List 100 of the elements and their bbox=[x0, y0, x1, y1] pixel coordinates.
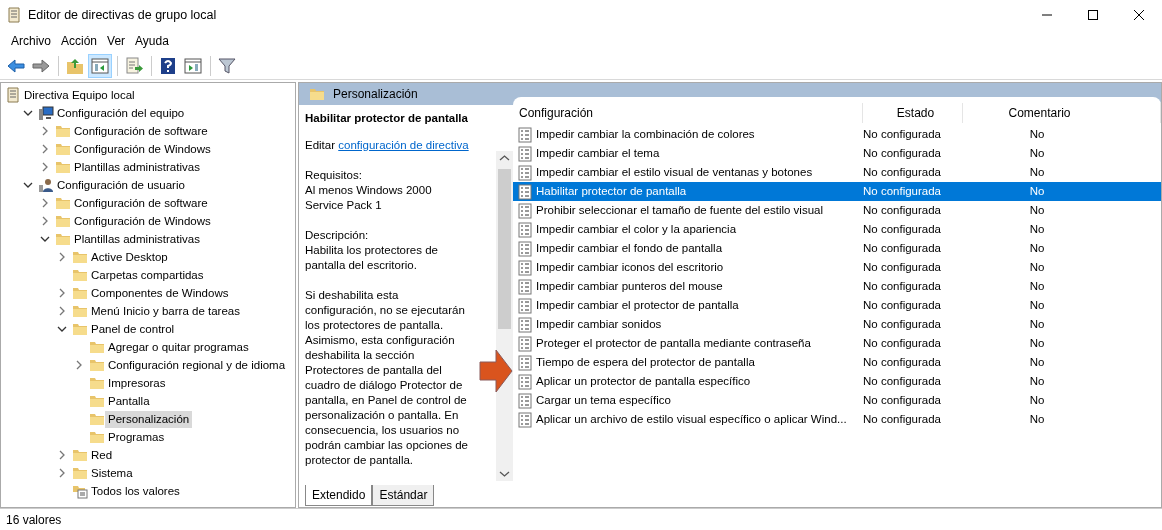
setting-name: Prohibir seleccionar el tamaño de fuente del estilo visual bbox=[536, 202, 824, 218]
list-row[interactable]: Impedir cambiar iconos del escritorio No configurada No bbox=[513, 258, 1161, 277]
list-row[interactable]: Impedir cambiar la combinación de colores No configurada No bbox=[513, 125, 1161, 144]
tree-item[interactable]: Configuración de software bbox=[71, 122, 211, 140]
chevron-right-icon[interactable] bbox=[40, 216, 50, 226]
chevron-down-icon[interactable] bbox=[23, 180, 33, 190]
console-tree-icon bbox=[90, 55, 110, 76]
menu-item[interactable]: Archivo bbox=[6, 30, 56, 52]
tree-item[interactable]: Agregar o quitar programas bbox=[105, 338, 252, 356]
setting-name: Impedir cambiar punteros del mouse bbox=[536, 278, 723, 294]
column-header[interactable]: Estado bbox=[863, 103, 963, 123]
tree-item[interactable]: Plantillas administrativas bbox=[71, 158, 203, 176]
description-summary: Habilita los protectores de pantalla del escritorio. bbox=[305, 243, 439, 273]
chevron-right-icon[interactable] bbox=[57, 468, 67, 478]
folder-icon bbox=[72, 249, 88, 265]
chevron-right-icon[interactable] bbox=[40, 126, 50, 136]
tree-item[interactable]: Sistema bbox=[88, 464, 136, 482]
setting-icon bbox=[517, 335, 533, 352]
chevron-down-icon[interactable] bbox=[40, 234, 50, 244]
tree-item[interactable]: Active Desktop bbox=[88, 248, 171, 266]
list-row[interactable]: Aplicar un archivo de estilo visual específico o aplicar Wind... No configurada No bbox=[513, 410, 1161, 429]
list-row[interactable]: Impedir cambiar el color y la apariencia No configurada No bbox=[513, 220, 1161, 239]
setting-icon bbox=[517, 392, 533, 409]
folder-icon bbox=[89, 339, 105, 355]
list-row[interactable]: Cargar un tema específico No configurada No bbox=[513, 391, 1161, 410]
chevron-right-icon[interactable] bbox=[57, 288, 67, 298]
close-icon bbox=[1134, 10, 1144, 20]
chevron-right-icon[interactable] bbox=[40, 162, 50, 172]
setting-name: Aplicar un protector de pantalla específico bbox=[536, 373, 751, 389]
tree-item[interactable]: Todos los valores bbox=[88, 482, 183, 500]
chevron-right-icon[interactable] bbox=[40, 144, 50, 154]
maximize-icon bbox=[1088, 10, 1098, 20]
tree-item[interactable]: Red bbox=[88, 446, 116, 464]
list-row[interactable]: Aplicar un protector de pantalla específico No configurada No bbox=[513, 372, 1161, 391]
list-row[interactable]: Impedir cambiar sonidos No configurada No bbox=[513, 315, 1161, 334]
list-row[interactable]: Habilitar protector de pantalla No configurada No bbox=[513, 182, 1161, 201]
column-header[interactable]: Comentario bbox=[963, 103, 1161, 123]
folder-icon bbox=[89, 375, 105, 391]
setting-name: Impedir cambiar el estilo visual de ventanas y botones bbox=[536, 164, 813, 180]
list-row[interactable]: Impedir cambiar el protector de pantalla No configurada No bbox=[513, 296, 1161, 315]
setting-icon bbox=[517, 354, 533, 371]
list-row[interactable]: Impedir cambiar el estilo visual de ventanas y botones No configurada No bbox=[513, 163, 1161, 182]
folder-icon bbox=[89, 393, 105, 409]
list-row[interactable]: Impedir cambiar el tema No configurada No bbox=[513, 144, 1161, 163]
view-tab[interactable]: Extendido bbox=[305, 485, 373, 506]
setting-icon bbox=[517, 373, 533, 390]
list-row[interactable]: Tiempo de espera del protector de pantalla No configurada No bbox=[513, 353, 1161, 372]
list-row[interactable]: Proteger el protector de pantalla mediante contraseña No configurada No bbox=[513, 334, 1161, 353]
setting-icon bbox=[517, 240, 533, 257]
tree-item[interactable]: Impresoras bbox=[105, 374, 169, 392]
tree-item[interactable]: Componentes de Windows bbox=[88, 284, 232, 302]
tree-item[interactable]: Configuración de Windows bbox=[71, 212, 214, 230]
chevron-right-icon[interactable] bbox=[57, 252, 67, 262]
pane-title: Personalización bbox=[333, 86, 418, 103]
tree-item[interactable]: Carpetas compartidas bbox=[88, 266, 207, 284]
setting-name: Impedir cambiar el color y la apariencia bbox=[536, 221, 737, 237]
folder-icon bbox=[55, 231, 71, 247]
setting-name: Impedir cambiar el tema bbox=[536, 145, 660, 161]
chevron-right-icon[interactable] bbox=[57, 306, 67, 316]
tree-item[interactable]: Configuración regional y de idioma bbox=[105, 356, 289, 374]
column-header[interactable]: Configuración bbox=[513, 103, 863, 123]
list-row[interactable]: Impedir cambiar el fondo de pantalla No configurada No bbox=[513, 239, 1161, 258]
tree-item[interactable]: Panel de control bbox=[88, 320, 178, 338]
menu-item[interactable]: Ver bbox=[102, 30, 131, 52]
folder-icon bbox=[89, 429, 105, 445]
folder-icon bbox=[89, 357, 105, 373]
window-title: Editor de directivas de grupo local bbox=[28, 6, 217, 24]
setting-name: Cargar un tema específico bbox=[536, 392, 671, 408]
chevron-down-icon[interactable] bbox=[57, 324, 67, 334]
folder-icon bbox=[309, 86, 325, 102]
menu-item[interactable]: Acción bbox=[56, 30, 103, 52]
menu-item[interactable]: Ayuda bbox=[130, 30, 174, 52]
help-icon bbox=[158, 55, 178, 76]
chevron-down-icon[interactable] bbox=[23, 108, 33, 118]
view-tab[interactable]: Estándar bbox=[372, 485, 435, 506]
tree-item[interactable]: Directiva Equipo local bbox=[21, 86, 138, 104]
tree-item[interactable]: Programas bbox=[105, 428, 168, 446]
tree-item[interactable]: Menú Inicio y barra de tareas bbox=[88, 302, 243, 320]
chevron-right-icon[interactable] bbox=[57, 450, 67, 460]
tree-item[interactable]: Plantillas administrativas bbox=[71, 230, 203, 248]
policy-link[interactable]: configuración de directiva bbox=[338, 139, 469, 151]
setting-icon bbox=[517, 278, 533, 295]
setting-comment: No bbox=[1029, 222, 1045, 235]
scroll-thumb[interactable] bbox=[498, 169, 511, 329]
tree-item[interactable]: Configuración de Windows bbox=[71, 140, 214, 158]
tree-item[interactable]: Configuración de software bbox=[71, 194, 211, 212]
setting-icon bbox=[517, 316, 533, 333]
tree-item[interactable]: Personalización bbox=[105, 410, 193, 428]
chevron-right-icon[interactable] bbox=[40, 198, 50, 208]
setting-comment: No bbox=[1029, 412, 1045, 425]
setting-comment: No bbox=[1029, 336, 1045, 349]
tree-item[interactable]: Configuración de usuario bbox=[54, 176, 188, 194]
setting-icon bbox=[517, 297, 533, 314]
list-row[interactable]: Prohibir seleccionar el tamaño de fuente del estilo visual No configurada No bbox=[513, 201, 1161, 220]
chevron-right-icon[interactable] bbox=[74, 360, 84, 370]
tree-item[interactable]: Pantalla bbox=[105, 392, 153, 410]
tree-item[interactable]: Configuración del equipo bbox=[54, 104, 188, 122]
list-row[interactable]: Impedir cambiar punteros del mouse No configurada No bbox=[513, 277, 1161, 296]
folder-icon bbox=[55, 123, 71, 139]
setting-name: Impedir cambiar iconos del escritorio bbox=[536, 259, 724, 275]
